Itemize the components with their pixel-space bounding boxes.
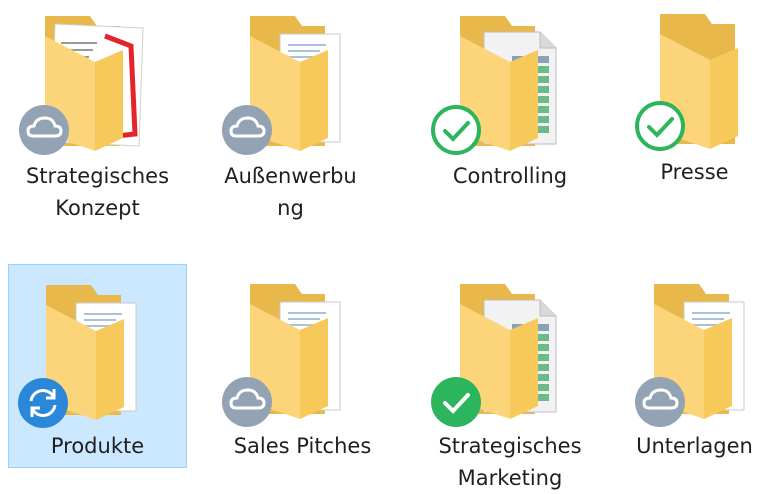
folder-item-presse[interactable]: Presse xyxy=(610,0,779,240)
folder-label: Controlling xyxy=(410,160,610,192)
folder-item-strategisches-marketing[interactable]: X Strategisches Marketing xyxy=(410,264,610,490)
cloud-status-icon xyxy=(634,376,686,428)
folder-label: Sales Pitches xyxy=(195,430,410,462)
sync-status-icon xyxy=(17,377,69,429)
folder-label: Produkte xyxy=(9,430,186,462)
cloud-status-icon xyxy=(18,104,70,156)
folder-label: Außenwerbu ng xyxy=(193,160,388,224)
check-status-icon xyxy=(430,104,482,156)
folder-item-produkte[interactable]: Produkte xyxy=(8,264,187,468)
folder-label: Strategisches Konzept xyxy=(0,160,195,224)
folder-label-line-1: Controlling xyxy=(452,164,568,188)
folder-item-strategisches-konzept[interactable]: Strategisches Konzept xyxy=(0,0,195,240)
check-status-icon xyxy=(634,100,686,152)
folder-item-aussenwerbung[interactable]: Außenwerbu ng xyxy=(195,0,390,240)
folder-label-line-1: Strategisches xyxy=(25,164,170,188)
folder-item-unterlagen[interactable]: Unterlagen xyxy=(610,264,779,490)
folder-label-line-2: ng xyxy=(277,196,304,220)
check-status-icon xyxy=(430,376,482,428)
folder-label-line-2: Marketing xyxy=(457,466,563,490)
folder-label-line-1: Produkte xyxy=(50,434,145,458)
folder-label: Unterlagen xyxy=(610,430,779,462)
cloud-status-icon xyxy=(221,376,273,428)
folder-label-line-2: Konzept xyxy=(55,196,140,220)
folder-label-line-1: Presse xyxy=(660,160,729,184)
folder-item-controlling[interactable]: X Controlling xyxy=(410,0,610,240)
folder-label-line-1: Sales Pitches xyxy=(233,434,372,458)
folder-label-line-1: Außenwerbu xyxy=(224,164,357,188)
folder-label-line-1: Unterlagen xyxy=(636,434,753,458)
folder-item-sales-pitches[interactable]: Sales Pitches xyxy=(195,264,410,490)
folder-label-line-1: Strategisches xyxy=(438,434,582,458)
cloud-status-icon xyxy=(221,104,273,156)
folder-label: Presse xyxy=(610,156,779,188)
folder-label: Strategisches Marketing xyxy=(410,430,610,494)
